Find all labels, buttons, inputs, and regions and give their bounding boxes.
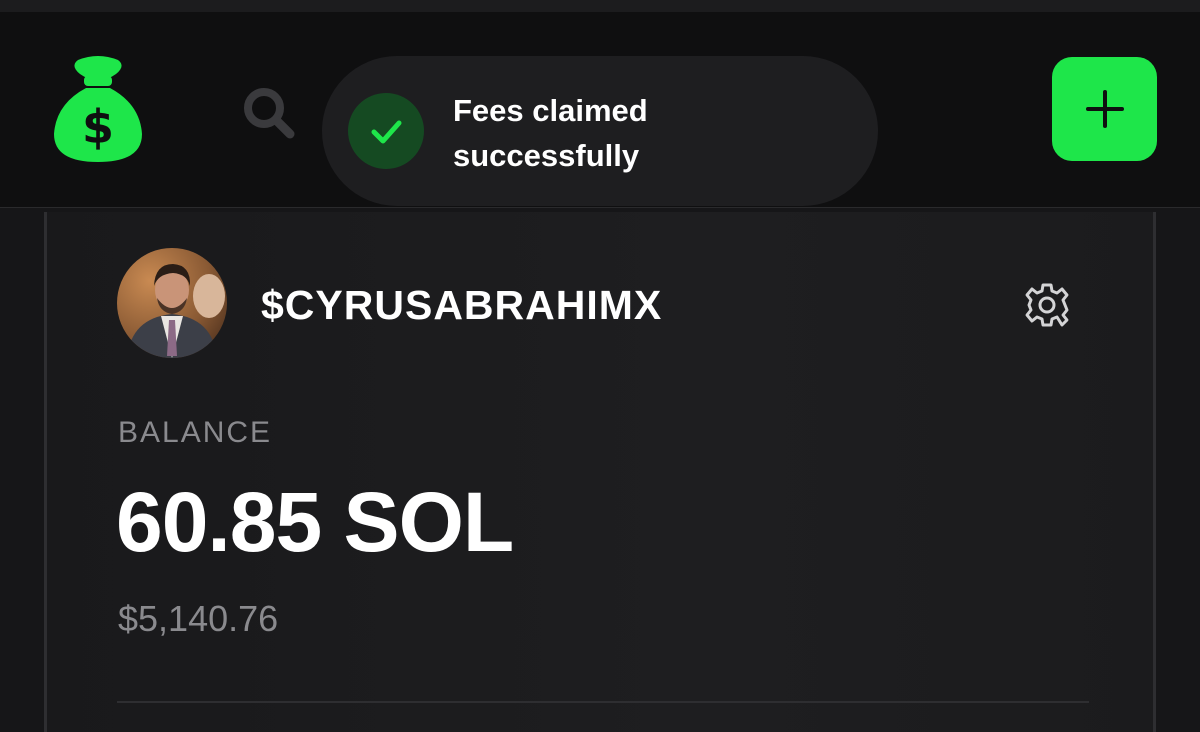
check-icon — [348, 93, 424, 169]
toast-line-2: successfully — [453, 138, 640, 173]
divider — [117, 701, 1089, 703]
avatar[interactable] — [117, 248, 227, 358]
success-toast: Fees claimed successfully — [322, 56, 878, 206]
plus-icon — [1085, 90, 1124, 128]
balance-value: 60.85 SOL — [116, 475, 514, 569]
status-strip — [0, 0, 1200, 12]
username: $CYRUSABRAHIMX — [261, 282, 663, 328]
balance-label: BALANCE — [118, 416, 273, 449]
toast-message: Fees claimed successfully — [453, 88, 773, 178]
top-bar: $ Fees claimed successfully — [0, 0, 1200, 208]
balance-usd-value: $5,140.76 — [118, 598, 279, 639]
svg-text:$: $ — [82, 100, 114, 154]
toast-line-1: Fees claimed — [453, 93, 648, 128]
search-icon[interactable] — [240, 84, 296, 140]
add-button[interactable] — [1052, 57, 1157, 161]
gear-icon[interactable] — [1023, 281, 1071, 329]
wallet-card: $CYRUSABRAHIMX BALANCE 60.85 SOL $5,140.… — [44, 212, 1156, 732]
money-bag-icon[interactable]: $ — [50, 54, 146, 164]
